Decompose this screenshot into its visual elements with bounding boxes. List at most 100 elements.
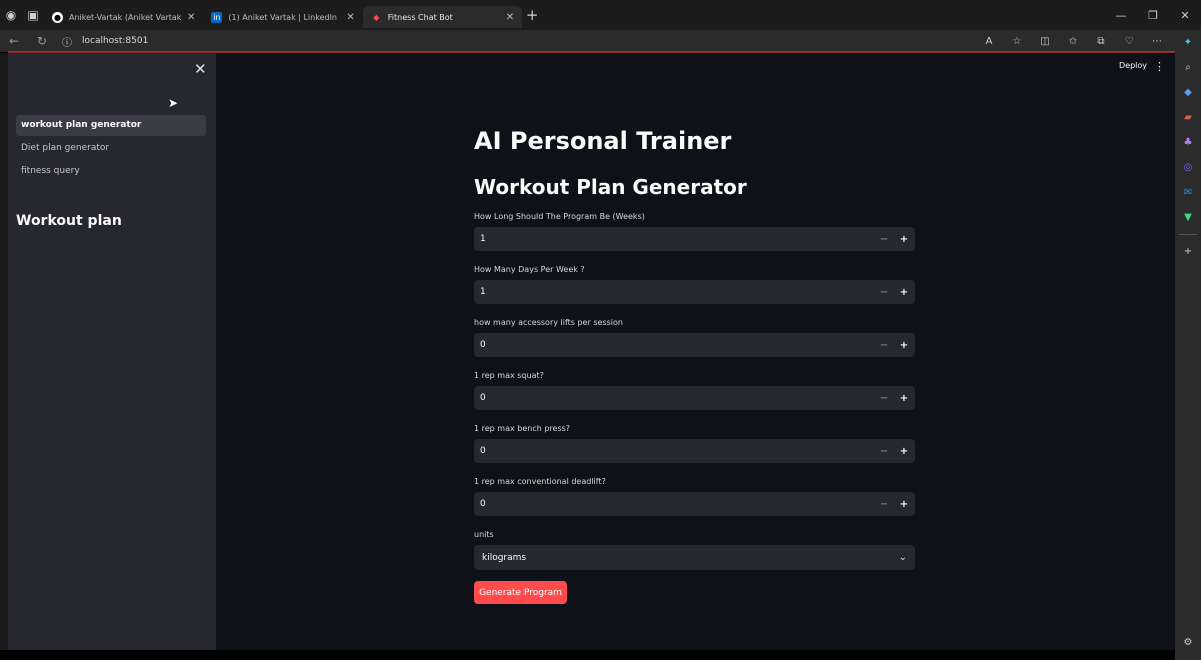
restore-button[interactable]: ❐ bbox=[1137, 9, 1169, 22]
performance-icon[interactable]: ♡ bbox=[1115, 36, 1143, 47]
main-area: Deploy ⋮ AI Personal Trainer Workout Pla… bbox=[216, 53, 1175, 650]
main-menu-icon[interactable]: ⋮ bbox=[1154, 60, 1165, 73]
field-days-per-week: How Many Days Per Week ? 1 − + bbox=[474, 264, 915, 304]
close-window-button[interactable]: ✕ bbox=[1169, 9, 1201, 22]
sidebar-item-workout-plan-generator[interactable]: workout plan generator bbox=[16, 115, 206, 136]
copilot-icon[interactable]: ✦ bbox=[1175, 30, 1201, 55]
app-sidebar: ✕ ➤ workout plan generator Diet plan gen… bbox=[8, 53, 216, 650]
number-input[interactable]: 1 − + bbox=[474, 280, 915, 304]
toolbar-right: A ☆ ◫ ✩ ⧉ ♡ ⋯ bbox=[975, 30, 1171, 52]
shopping-icon[interactable]: ◆ bbox=[1175, 80, 1201, 105]
number-value[interactable]: 0 bbox=[474, 446, 486, 456]
close-icon[interactable]: ✕ bbox=[506, 12, 514, 23]
chevron-down-icon[interactable]: ⌄ bbox=[899, 552, 907, 563]
info-icon[interactable]: ⓘ bbox=[62, 34, 72, 49]
number-input[interactable]: 0 − + bbox=[474, 386, 915, 410]
sidebar-item-diet-plan-generator[interactable]: Diet plan generator bbox=[16, 138, 206, 159]
increment-button[interactable]: + bbox=[895, 446, 913, 457]
more-icon[interactable]: ⋯ bbox=[1143, 36, 1171, 47]
deploy-button[interactable]: Deploy bbox=[1119, 61, 1147, 70]
field-program-weeks: How Long Should The Program Be (Weeks) 1… bbox=[474, 211, 915, 251]
field-label: units bbox=[474, 530, 494, 539]
decrement-button[interactable]: − bbox=[875, 499, 893, 510]
browser-tab-linkedin[interactable]: in (1) Aniket Vartak | LinkedIn ✕ bbox=[203, 6, 362, 28]
favorites-icon[interactable]: ✩ bbox=[1059, 36, 1087, 47]
profile-icon[interactable]: ◉ bbox=[0, 4, 22, 26]
tools-icon[interactable]: ▰ bbox=[1175, 105, 1201, 130]
github-icon: ● bbox=[52, 11, 63, 23]
increment-button[interactable]: + bbox=[895, 340, 913, 351]
number-input[interactable]: 0 − + bbox=[474, 439, 915, 463]
increment-button[interactable]: + bbox=[895, 287, 913, 298]
increment-button[interactable]: + bbox=[895, 234, 913, 245]
field-label: How Long Should The Program Be (Weeks) bbox=[474, 212, 645, 221]
streamlit-icon: ◆ bbox=[373, 12, 380, 22]
increment-button[interactable]: + bbox=[895, 393, 913, 404]
browser-tab-fitness[interactable]: ◆ Fitness Chat Bot ✕ bbox=[362, 6, 523, 28]
back-icon[interactable]: ← bbox=[0, 34, 28, 48]
number-input[interactable]: 0 − + bbox=[474, 333, 915, 357]
decrement-button[interactable]: − bbox=[875, 234, 893, 245]
decrement-button[interactable]: − bbox=[875, 446, 893, 457]
settings-gear-icon[interactable]: ⚙ bbox=[1175, 637, 1201, 648]
field-label: how many accessory lifts per session bbox=[474, 318, 623, 327]
add-icon[interactable]: + bbox=[1175, 239, 1201, 264]
decrement-button[interactable]: − bbox=[875, 287, 893, 298]
split-screen-icon[interactable]: ◫ bbox=[1031, 36, 1059, 47]
browser-tab-github[interactable]: ● Aniket-Vartak (Aniket Vartak) · GitH ✕ bbox=[44, 6, 203, 28]
select-value: kilograms bbox=[482, 552, 527, 563]
number-value[interactable]: 0 bbox=[474, 499, 486, 509]
generate-program-button[interactable]: Generate Program bbox=[474, 581, 567, 604]
mouse-pointer-icon: ➤ bbox=[168, 96, 179, 110]
collections-icon[interactable]: ⧉ bbox=[1087, 36, 1115, 47]
number-input[interactable]: 0 − + bbox=[474, 492, 915, 516]
number-value[interactable]: 0 bbox=[474, 393, 486, 403]
number-input[interactable]: 1 − + bbox=[474, 227, 915, 251]
drop-icon[interactable]: ▼ bbox=[1175, 205, 1201, 230]
games-icon[interactable]: ♣ bbox=[1175, 130, 1201, 155]
close-icon[interactable]: ✕ bbox=[346, 12, 354, 23]
tab-label: Fitness Chat Bot bbox=[387, 12, 453, 22]
window-controls: — ❐ ✕ bbox=[1105, 0, 1201, 30]
desktop-strip bbox=[0, 53, 8, 650]
sidebar-title: Workout plan bbox=[16, 213, 122, 229]
field-squat-max: 1 rep max squat? 0 − + bbox=[474, 370, 915, 410]
field-label: 1 rep max squat? bbox=[474, 371, 544, 380]
refresh-icon[interactable]: ↻ bbox=[28, 34, 56, 48]
decrement-button[interactable]: − bbox=[875, 340, 893, 351]
decrement-button[interactable]: − bbox=[875, 393, 893, 404]
office-icon[interactable]: ◎ bbox=[1175, 155, 1201, 180]
sidebar-nav: workout plan generator Diet plan generat… bbox=[16, 115, 206, 184]
address-bar: ← ↻ ⓘ localhost:8501 A ☆ ◫ ✩ ⧉ ♡ ⋯ bbox=[0, 30, 1201, 52]
linkedin-icon: in bbox=[211, 11, 223, 23]
field-units: units kilograms ⌄ bbox=[474, 529, 915, 570]
close-icon[interactable]: ✕ bbox=[187, 12, 195, 23]
field-bench-max: 1 rep max bench press? 0 − + bbox=[474, 423, 915, 463]
taskbar-strip bbox=[0, 650, 1175, 660]
minimize-button[interactable]: — bbox=[1105, 9, 1137, 22]
field-label: 1 rep max bench press? bbox=[474, 424, 571, 433]
url-field[interactable]: ⓘ localhost:8501 bbox=[62, 32, 148, 50]
favorite-star-icon[interactable]: ☆ bbox=[1003, 36, 1031, 47]
field-deadlift-max: 1 rep max conventional deadlift? 0 − + bbox=[474, 476, 915, 516]
outlook-icon[interactable]: ✉ bbox=[1175, 180, 1201, 205]
browser-tab-bar: ◉ ▣ ● Aniket-Vartak (Aniket Vartak) · Gi… bbox=[0, 0, 1201, 30]
units-select[interactable]: kilograms ⌄ bbox=[474, 545, 915, 570]
sidebar-item-fitness-query[interactable]: fitness query bbox=[16, 161, 206, 182]
url-text: localhost:8501 bbox=[82, 36, 149, 46]
increment-button[interactable]: + bbox=[895, 499, 913, 510]
new-tab-button[interactable]: + bbox=[522, 6, 542, 24]
tab-label: (1) Aniket Vartak | LinkedIn bbox=[228, 12, 338, 22]
tab-actions-icon[interactable]: ▣ bbox=[22, 4, 44, 26]
number-value[interactable]: 1 bbox=[474, 287, 486, 297]
field-label: 1 rep max conventional deadlift? bbox=[474, 477, 606, 486]
search-icon[interactable]: ⌕ bbox=[1175, 55, 1201, 80]
tab-label: Aniket-Vartak (Aniket Vartak) · GitH bbox=[69, 12, 181, 22]
number-value[interactable]: 1 bbox=[474, 234, 486, 244]
field-accessory-lifts: how many accessory lifts per session 0 −… bbox=[474, 317, 915, 357]
number-value[interactable]: 0 bbox=[474, 340, 486, 350]
read-aloud-icon[interactable]: A bbox=[975, 36, 1003, 47]
close-sidebar-icon[interactable]: ✕ bbox=[194, 60, 207, 78]
page-title: AI Personal Trainer bbox=[474, 127, 732, 155]
edge-sidebar: ✦ ⌕ ◆ ▰ ♣ ◎ ✉ ▼ + bbox=[1175, 30, 1201, 660]
